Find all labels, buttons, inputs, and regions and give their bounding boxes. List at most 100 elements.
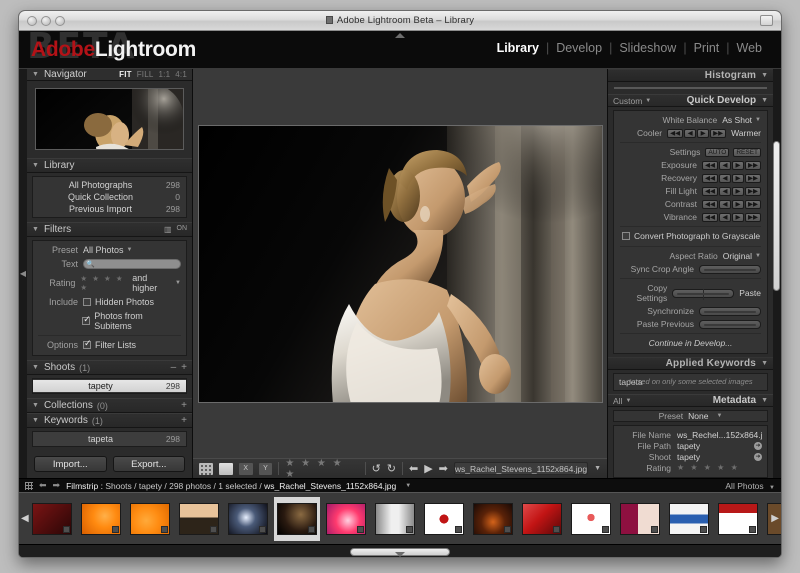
quick-develop-preset[interactable]: Custom <box>613 96 642 106</box>
paste-label[interactable]: Paste <box>739 288 761 298</box>
list-item[interactable] <box>519 497 565 541</box>
list-item[interactable]: tapety 298 <box>33 380 186 392</box>
current-filename-field[interactable]: ws_Rachel_Stevens_1152x864.jpg <box>453 462 589 475</box>
add-keyword-button[interactable]: + <box>181 415 187 426</box>
filmstrip[interactable]: ◀ ▶ <box>19 492 781 544</box>
bottom-panel-toggle-arrow[interactable] <box>395 552 405 557</box>
checkbox-icon[interactable] <box>83 298 91 306</box>
module-develop[interactable]: Develop <box>549 41 609 55</box>
list-item[interactable]: tapeta 298 <box>33 433 186 445</box>
checkbox-checked-icon[interactable] <box>82 314 91 325</box>
recovery-row[interactable]: Recovery ◀◀ ◀ ▶ ▶▶ <box>620 173 761 183</box>
sync-crop-slider[interactable] <box>699 264 761 274</box>
list-item[interactable] <box>666 497 712 541</box>
quick-develop-header[interactable]: Custom ▼ Quick Develop ▼ <box>608 94 773 107</box>
next-photo-icon[interactable]: ➡ <box>439 462 448 475</box>
paste-previous-row[interactable]: Paste Previous <box>620 319 761 329</box>
chevron-down-icon[interactable]: ▼ <box>755 117 761 123</box>
chevron-down-icon[interactable]: ▼ <box>716 413 722 419</box>
fill-light-decrease-large[interactable]: ◀◀ <box>702 186 718 196</box>
copy-settings-control[interactable] <box>672 288 735 300</box>
back-arrow-icon[interactable]: ⬅ <box>39 480 47 491</box>
temperature-steppers[interactable]: ◀◀ ◀ ▶ ▶▶ <box>667 128 727 138</box>
list-item[interactable] <box>127 497 173 541</box>
applied-keywords-header[interactable]: Applied Keywords ▼ <box>608 357 773 370</box>
filter-rating-row[interactable]: Rating ★ ★ ★ ★ ★ and higher ▼ <box>38 273 181 293</box>
disclosure-triangle-icon[interactable]: ▼ <box>761 97 768 104</box>
keywords-actions[interactable]: + <box>181 415 187 426</box>
subitems-checkbox[interactable] <box>82 314 94 326</box>
chevron-down-icon[interactable]: ▼ <box>127 247 133 253</box>
aspect-ratio-value[interactable]: Original <box>723 251 752 261</box>
exposure-steppers[interactable]: ◀◀ ◀ ▶ ▶▶ <box>702 160 761 170</box>
add-shoot-button[interactable]: + <box>181 362 187 373</box>
sync-crop-row[interactable]: Sync Crop Angle <box>620 264 761 274</box>
chevron-down-icon[interactable]: ▼ <box>175 280 181 286</box>
list-item[interactable] <box>715 497 761 541</box>
metadata-preset-row[interactable]: Preset None ▼ <box>613 410 768 422</box>
fill-light-increase[interactable]: ▶ <box>732 186 744 196</box>
fill-light-row[interactable]: Fill Light ◀◀ ◀ ▶ ▶▶ <box>620 186 761 196</box>
top-panel-toggle-arrow[interactable] <box>395 33 405 38</box>
continue-in-develop-button[interactable]: Continue in Develop... <box>620 338 761 348</box>
fill-light-steppers[interactable]: ◀◀ ◀ ▶ ▶▶ <box>702 186 761 196</box>
thumbnail[interactable] <box>424 502 464 535</box>
vibrance-decrease[interactable]: ◀ <box>719 212 731 222</box>
previous-photo-icon[interactable]: ⬅ <box>409 462 418 475</box>
list-item[interactable] <box>274 496 320 541</box>
chevron-down-icon[interactable]: ▼ <box>594 465 601 472</box>
breadcrumb[interactable]: Filmstrip : Shoots / tapety / 298 photos… <box>66 481 396 491</box>
disclosure-triangle-icon[interactable]: ▼ <box>32 71 39 78</box>
minimize-button[interactable] <box>41 16 51 26</box>
right-panel-scrollbar[interactable] <box>773 141 780 291</box>
play-slideshow-icon[interactable]: ▶ <box>424 462 432 475</box>
metadata-header[interactable]: All ▼ Metadata ▼ <box>608 394 773 407</box>
zoom-4-1[interactable]: 4:1 <box>175 70 187 79</box>
contrast-decrease-large[interactable]: ◀◀ <box>702 199 718 209</box>
module-web[interactable]: Web <box>730 41 769 55</box>
disclosure-triangle-icon[interactable]: ▼ <box>761 360 768 367</box>
list-item[interactable]: Quick Collection 0 <box>33 191 186 203</box>
vibrance-decrease-large[interactable]: ◀◀ <box>702 212 718 222</box>
filmstrip-scroll-left-icon[interactable]: ◀ <box>21 513 29 524</box>
metadata-row[interactable]: Rating ★ ★ ★ ★ ★ <box>619 462 762 473</box>
thumbnail[interactable] <box>473 502 513 535</box>
rating-qualifier[interactable]: and higher <box>132 273 172 293</box>
list-item[interactable] <box>29 497 75 541</box>
list-item[interactable] <box>78 497 124 541</box>
applied-keywords-field[interactable]: tapeta * used on only some selected imag… <box>613 373 768 391</box>
histogram-header[interactable]: Histogram ▼ <box>608 69 773 82</box>
chevron-down-icon[interactable]: ▼ <box>769 485 775 491</box>
copy-settings-row[interactable]: Copy Settings Paste <box>620 283 761 303</box>
zoom-1-1[interactable]: 1:1 <box>159 70 171 79</box>
thumbnail-selected[interactable] <box>277 502 317 535</box>
keywords-section-header[interactable]: ▼ Keywords (1) + <box>27 413 192 428</box>
settings-buttons[interactable]: AUTO RESET <box>705 147 761 157</box>
fill-light-increase-large[interactable]: ▶▶ <box>745 186 761 196</box>
temp-increase[interactable]: ▶ <box>697 128 710 138</box>
vibrance-row[interactable]: Vibrance ◀◀ ◀ ▶ ▶▶ <box>620 212 761 222</box>
filters-toggle[interactable]: ▥ ON <box>164 225 187 234</box>
exposure-decrease[interactable]: ◀ <box>719 160 731 170</box>
library-section-header[interactable]: ▼ Library <box>27 158 192 173</box>
list-item[interactable]: All Photographs 298 <box>33 179 186 191</box>
metadata-preset-value[interactable]: None <box>688 411 708 421</box>
chevron-down-icon[interactable]: ▼ <box>755 253 761 259</box>
filter-lists-checkbox[interactable] <box>83 338 95 350</box>
module-library[interactable]: Library <box>490 41 546 55</box>
recovery-increase[interactable]: ▶ <box>732 173 744 183</box>
undo-icon[interactable]: ↺ <box>372 462 381 475</box>
collections-section-header[interactable]: ▼ Collections (0) + <box>27 398 192 413</box>
grid-view-icon[interactable] <box>199 462 213 475</box>
auto-tone-button[interactable]: AUTO <box>705 147 730 157</box>
thumbnail[interactable] <box>228 502 268 535</box>
white-balance-row[interactable]: White Balance As Shot ▼ <box>620 115 761 125</box>
temp-decrease-large[interactable]: ◀◀ <box>667 128 684 138</box>
zoom-fit[interactable]: FIT <box>119 70 132 79</box>
module-print[interactable]: Print <box>687 41 727 55</box>
redo-icon[interactable]: ↻ <box>387 462 396 475</box>
thumbnail[interactable] <box>718 502 758 535</box>
chevron-down-icon[interactable]: ▼ <box>645 98 651 104</box>
disclosure-triangle-icon[interactable]: ▼ <box>761 72 768 79</box>
search-input[interactable]: 🔍 <box>83 259 181 269</box>
